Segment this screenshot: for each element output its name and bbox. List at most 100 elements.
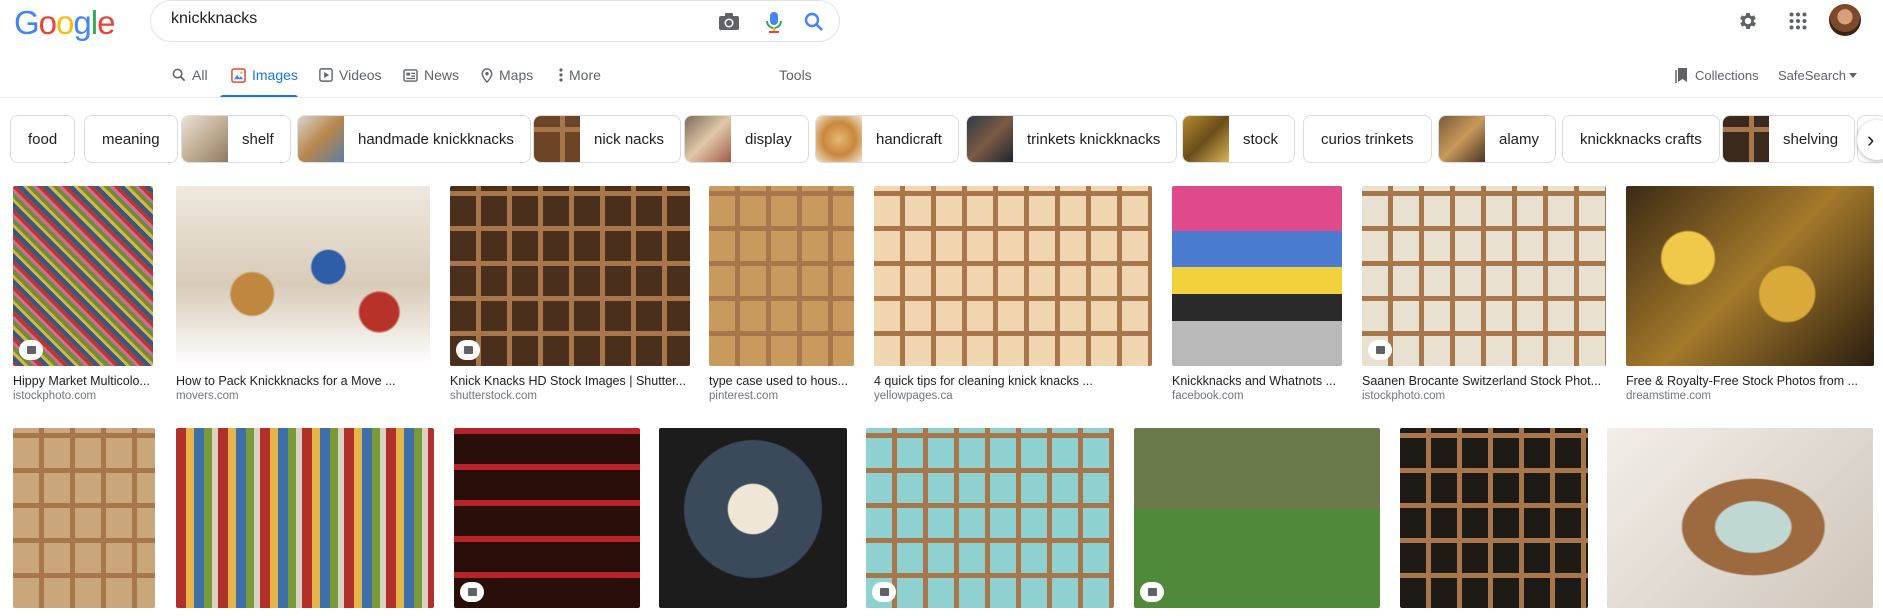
search-input[interactable] xyxy=(171,10,691,28)
tab-all[interactable]: All xyxy=(172,60,208,90)
chip-trinkets-knickknacks[interactable]: trinkets knickknacks xyxy=(966,115,1178,163)
chip-label: shelf xyxy=(242,130,274,148)
chevron-right-icon: › xyxy=(1867,127,1875,152)
result-thumbnail[interactable] xyxy=(176,186,430,366)
image-result[interactable] xyxy=(454,428,640,608)
result-thumbnail[interactable] xyxy=(1362,186,1606,366)
tab-label: All xyxy=(192,67,208,83)
image-result[interactable]: Hippy Market Multicolo... istockphoto.co… xyxy=(13,186,153,402)
tools-button[interactable]: Tools xyxy=(779,60,812,90)
chip-handmade-knickknacks[interactable]: handmade knickknacks xyxy=(297,115,531,163)
result-thumbnail[interactable] xyxy=(1607,428,1873,608)
result-source: facebook.com xyxy=(1172,390,1244,402)
account-avatar[interactable] xyxy=(1829,4,1861,36)
result-thumbnail[interactable] xyxy=(13,428,155,608)
tab-images[interactable]: Images xyxy=(231,60,298,90)
chip-curios-trinkets[interactable]: curios trinkets xyxy=(1303,115,1432,163)
chip-display[interactable]: display xyxy=(684,115,809,163)
result-thumbnail[interactable] xyxy=(866,428,1114,608)
tab-news[interactable]: News xyxy=(403,60,459,90)
chip-label: meaning xyxy=(102,130,160,148)
image-result[interactable] xyxy=(1607,428,1873,608)
image-result[interactable]: Free & Royalty-Free Stock Photos from ..… xyxy=(1626,186,1874,402)
result-caption[interactable]: Saanen Brocante Switzerland Stock Phot..… xyxy=(1362,374,1606,388)
result-thumbnail[interactable] xyxy=(659,428,847,608)
image-result[interactable]: How to Pack Knickknacks for a Move ... m… xyxy=(176,186,430,402)
chip-knickknacks-crafts[interactable]: knickknacks crafts xyxy=(1562,115,1720,163)
result-thumbnail[interactable] xyxy=(1400,428,1588,608)
logo-letter: G xyxy=(14,4,40,41)
bookmark-icon xyxy=(1675,68,1687,83)
image-result[interactable] xyxy=(659,428,847,608)
image-result[interactable]: Knick Knacks HD Stock Images | Shutter..… xyxy=(450,186,690,402)
chip-alamy[interactable]: alamy xyxy=(1438,115,1557,163)
image-result[interactable]: Saanen Brocante Switzerland Stock Phot..… xyxy=(1362,186,1606,402)
image-result[interactable] xyxy=(13,428,155,608)
tab-more[interactable]: More xyxy=(559,60,601,90)
result-thumbnail[interactable] xyxy=(709,186,854,366)
image-result[interactable] xyxy=(1134,428,1380,608)
result-thumbnail[interactable] xyxy=(874,186,1152,366)
google-logo[interactable]: Google xyxy=(14,4,115,42)
tab-maps[interactable]: Maps xyxy=(481,60,533,90)
chip-shelving[interactable]: shelving xyxy=(1722,115,1856,163)
result-caption[interactable]: Free & Royalty-Free Stock Photos from ..… xyxy=(1626,374,1874,388)
chip-meaning[interactable]: meaning xyxy=(84,115,178,163)
chip-stock[interactable]: stock xyxy=(1182,115,1296,163)
chip-shelf[interactable]: shelf xyxy=(181,115,291,163)
tag-icon xyxy=(872,582,896,602)
image-result[interactable]: type case used to hous... pinterest.com xyxy=(709,186,854,402)
result-thumbnail[interactable] xyxy=(176,428,434,608)
image-result[interactable] xyxy=(1400,428,1588,608)
image-result[interactable]: 4 quick tips for cleaning knick knacks .… xyxy=(874,186,1152,402)
tab-videos[interactable]: Videos xyxy=(319,60,382,90)
mic-icon[interactable] xyxy=(761,9,787,35)
result-caption[interactable]: 4 quick tips for cleaning knick knacks .… xyxy=(874,374,1152,388)
chip-thumbnail xyxy=(1439,116,1485,162)
chip-thumbnail xyxy=(816,116,862,162)
result-source: dreamstime.com xyxy=(1626,390,1711,402)
chip-nick-nacks[interactable]: nick nacks xyxy=(533,115,682,163)
image-result[interactable] xyxy=(866,428,1114,608)
tab-label: Videos xyxy=(339,67,382,83)
result-source: istockphoto.com xyxy=(13,390,97,402)
chip-label: alamy xyxy=(1499,130,1540,148)
image-badge-icon xyxy=(1140,582,1164,602)
image-result[interactable]: Knickknacks and Whatnots ... facebook.co… xyxy=(1172,186,1342,402)
chip-thumbnail xyxy=(534,116,580,162)
image-badge-icon xyxy=(1368,340,1392,360)
chip-label: stock xyxy=(1243,130,1279,148)
news-icon xyxy=(403,68,418,82)
chip-label: knickknacks crafts xyxy=(1580,130,1702,148)
result-caption[interactable]: How to Pack Knickknacks for a Move ... xyxy=(176,374,430,388)
tab-label: Maps xyxy=(499,67,534,83)
result-thumbnail[interactable] xyxy=(1172,186,1342,366)
result-source: istockphoto.com xyxy=(1362,390,1446,402)
chip-label: handicraft xyxy=(876,130,942,148)
chip-handicraft[interactable]: handicraft xyxy=(815,115,959,163)
search-icon[interactable] xyxy=(801,9,827,35)
chip-thumbnail xyxy=(685,116,731,162)
result-caption[interactable]: type case used to hous... xyxy=(709,374,854,388)
chip-label: handmade knickknacks xyxy=(358,130,514,148)
gear-icon[interactable] xyxy=(1733,6,1763,36)
result-thumbnail[interactable] xyxy=(1134,428,1380,608)
safesearch-menu[interactable]: SafeSearch xyxy=(1778,60,1857,90)
result-thumbnail[interactable] xyxy=(1626,186,1874,366)
result-caption[interactable]: Knickknacks and Whatnots ... xyxy=(1172,374,1342,388)
logo-letter: g xyxy=(73,4,91,41)
collections-button[interactable]: Collections xyxy=(1675,60,1759,90)
camera-icon[interactable] xyxy=(716,9,742,35)
apps-grid-icon[interactable] xyxy=(1783,6,1813,36)
result-caption[interactable]: Knick Knacks HD Stock Images | Shutter..… xyxy=(450,374,690,388)
chip-thumbnail xyxy=(967,116,1013,162)
result-thumbnail[interactable] xyxy=(454,428,640,608)
result-thumbnail[interactable] xyxy=(13,186,153,366)
tab-label: More xyxy=(569,67,601,83)
image-result[interactable] xyxy=(176,428,434,608)
result-thumbnail[interactable] xyxy=(450,186,690,366)
video-icon xyxy=(319,68,333,82)
logo-letter: e xyxy=(97,4,115,41)
chip-food[interactable]: food xyxy=(10,115,76,163)
result-caption[interactable]: Hippy Market Multicolo... xyxy=(13,374,153,388)
